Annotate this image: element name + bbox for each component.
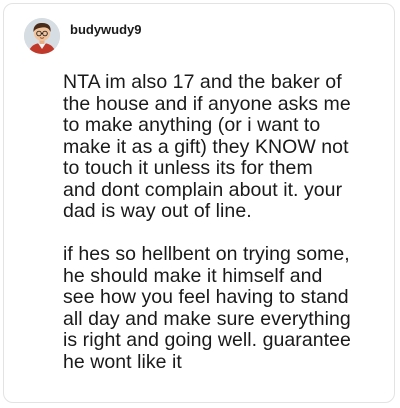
comment-card: budywudy9 NTA im also 17 and the baker o… — [3, 3, 395, 403]
username-link[interactable]: budywudy9 — [70, 22, 142, 37]
comment-header: budywudy9 — [24, 18, 142, 54]
comment-paragraph: if hes so hellbent on trying some, he sh… — [63, 243, 351, 373]
cartoon-person-avatar-icon[interactable] — [24, 18, 60, 54]
comment-paragraph: NTA im also 17 and the baker of the hous… — [63, 71, 351, 222]
comment-body: NTA im also 17 and the baker of the hous… — [63, 71, 388, 373]
